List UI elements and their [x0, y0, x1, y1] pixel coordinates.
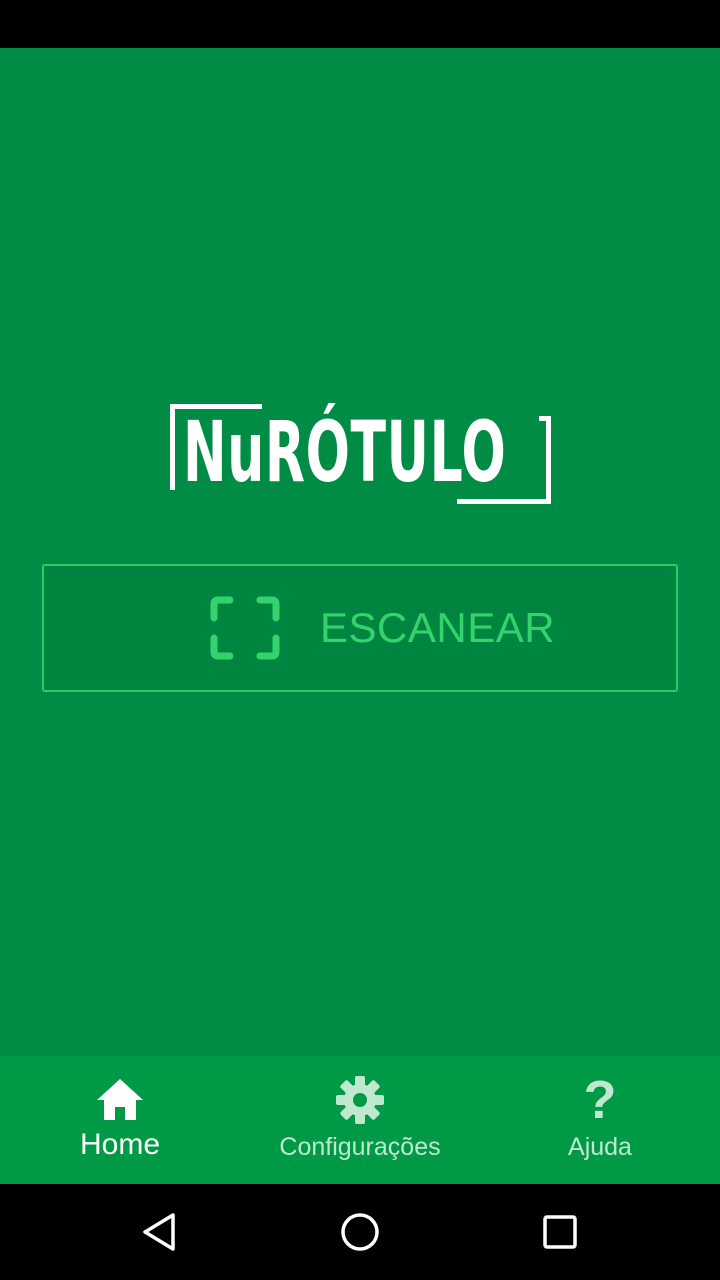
gear-icon — [336, 1076, 384, 1124]
scan-button-label: ESCANEAR — [320, 604, 556, 651]
logo-frame-right — [546, 416, 551, 504]
app-logo: NuRÓTULO — [169, 404, 551, 504]
recents-icon[interactable] — [538, 1210, 582, 1254]
scan-frame-icon — [210, 596, 280, 660]
logo-frame-bottom — [457, 499, 551, 504]
nav-item-home[interactable]: Home — [0, 1056, 240, 1184]
home-circle-icon[interactable] — [338, 1210, 382, 1254]
scan-button[interactable]: ESCANEAR — [42, 564, 678, 692]
nav-item-settings[interactable]: Configurações — [240, 1056, 480, 1184]
main-content: NuRÓTULO ESCANEAR — [0, 48, 720, 1056]
status-bar — [0, 0, 720, 48]
home-icon — [97, 1079, 143, 1120]
app-screen: NuRÓTULO ESCANEAR Home Configurações ? A… — [0, 0, 720, 1280]
nav-label-help: Ajuda — [568, 1133, 632, 1161]
nav-label-home: Home — [79, 1128, 161, 1161]
system-navigation-bar — [0, 1184, 720, 1280]
bottom-navigation: Home Configurações ? Ajuda — [0, 1056, 720, 1184]
help-icon: ? — [583, 1070, 617, 1130]
back-icon[interactable] — [138, 1210, 182, 1254]
nav-item-help[interactable]: ? Ajuda — [480, 1056, 720, 1184]
logo-text: NuRÓTULO — [183, 403, 507, 501]
nav-label-settings: Configurações — [279, 1133, 441, 1161]
logo-frame-left — [170, 404, 175, 490]
